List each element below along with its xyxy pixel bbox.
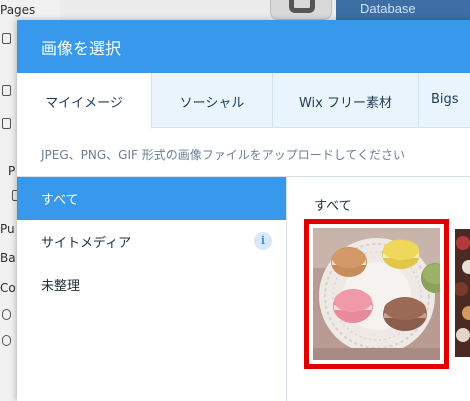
tab-my-images[interactable]: マイイメージ: [17, 73, 152, 129]
database-icon: [2, 309, 11, 320]
background-thumbnail: [270, 0, 332, 20]
background-item-p: P: [8, 164, 16, 178]
tab-bigstock[interactable]: Bigs: [419, 73, 470, 128]
folder-sidebar: すべて サイトメディア i 未整理: [17, 177, 287, 401]
sidebar-item-label: すべて: [41, 193, 79, 208]
sidebar-item-all[interactable]: すべて: [17, 177, 286, 220]
media-grid: すべて: [288, 177, 470, 401]
media-source-tabs: マイイメージ ソーシャル Wix フリー素材 Bigs: [17, 73, 470, 129]
info-icon[interactable]: i: [254, 232, 272, 250]
next-image-tile[interactable]: [455, 229, 470, 357]
background-item-pu: Pu: [0, 222, 15, 236]
page-icon: [2, 85, 11, 96]
background-database-tab: Database: [336, 0, 470, 20]
dialog-header: 画像を選択: [17, 20, 470, 73]
tab-wix-free-media[interactable]: Wix フリー素材: [273, 73, 419, 128]
page-icon: [2, 118, 11, 129]
page-icon: [2, 33, 11, 44]
image-picker-dialog: 画像を選択 マイイメージ ソーシャル Wix フリー素材 Bigs JPEG、P…: [17, 20, 470, 401]
sidebar-item-label: サイトメディア: [41, 236, 132, 251]
sidebar-item-unsorted[interactable]: 未整理: [17, 263, 286, 306]
sidebar-item-site-media[interactable]: サイトメディア i: [17, 220, 286, 263]
background-item-co: Co: [0, 281, 16, 295]
content-heading: すべて: [314, 199, 352, 214]
tab-social[interactable]: ソーシャル: [152, 73, 273, 128]
dialog-title: 画像を選択: [41, 39, 122, 58]
background-item-ba: Ba: [0, 251, 16, 265]
selected-image-tile[interactable]: [304, 219, 449, 369]
device-icon: [289, 0, 315, 13]
database-icon: [2, 335, 11, 346]
macarons-image: [313, 228, 440, 360]
upload-hint: JPEG、PNG、GIF 形式の画像ファイルをアップロードしてください: [41, 148, 406, 162]
background-pages-label: Pages: [0, 3, 36, 17]
sidebar-item-label: 未整理: [41, 279, 81, 294]
